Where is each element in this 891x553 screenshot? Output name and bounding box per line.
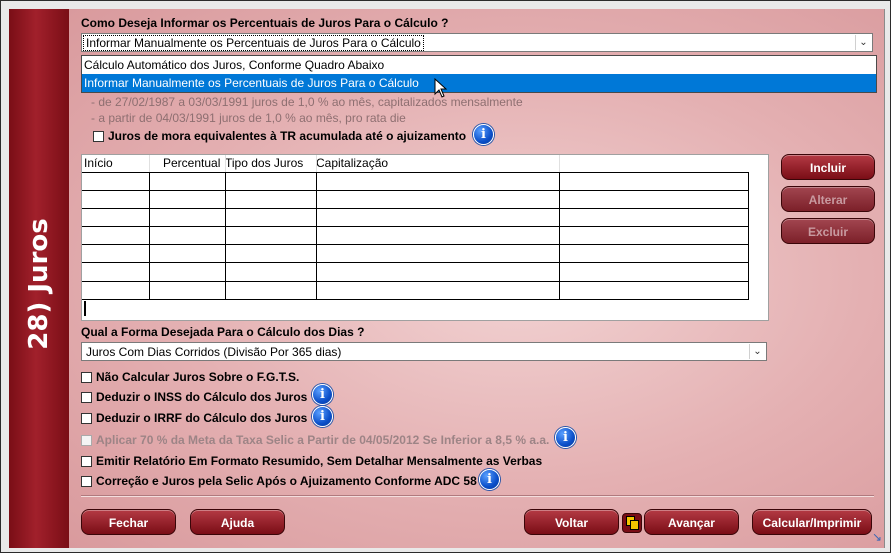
option-selic-label: Aplicar 70 % da Meta da Taxa Selic a Par… [96,433,550,447]
sidebar-title: 28) Juros [24,218,54,350]
percent-mode-select[interactable]: Informar Manualmente os Percentuais de J… [81,33,873,52]
grid-line [82,172,749,173]
next-button[interactable]: Avançar [644,509,739,535]
note-line-2: - a partir de 04/03/1991 juros de 1,0 % … [91,111,406,125]
info-icon[interactable]: i [473,124,494,145]
percent-mode-dropdown[interactable]: Cálculo Automático dos Juros, Conforme Q… [81,55,877,93]
grid-column-line [149,172,150,300]
grid-line [82,262,749,263]
info-icon[interactable]: i [479,469,500,490]
delete-button[interactable]: Excluir [781,218,875,244]
header-separator [559,155,560,172]
next-button-label: Avançar [668,516,715,530]
grid-line [82,226,749,227]
days-question-label: Qual a Forma Desejada Para o Cálculo dos… [81,325,365,339]
tr-checkbox-row[interactable]: Juros de mora equivalentes à TR acumulad… [93,129,466,143]
main-panel: Como Deseja Informar os Percentuais de J… [69,9,885,548]
calculate-print-button-label: Calcular/Imprimir [762,516,862,530]
mouse-pointer-icon [434,78,448,98]
help-button[interactable]: Ajuda [190,509,285,535]
column-header-inicio[interactable]: Início [84,155,113,172]
edit-button-label: Alterar [808,193,848,207]
header-separator [316,155,317,172]
calculate-print-button[interactable]: Calcular/Imprimir [752,509,872,535]
option-irrf-checkbox[interactable] [81,412,92,424]
back-button[interactable]: Voltar [524,509,619,535]
header-separator [225,155,226,172]
option-inss-checkbox[interactable] [81,391,92,403]
grid-line [82,190,749,191]
option-irrf-row[interactable]: Deduzir o IRRF do Cálculo dos Juros [81,411,307,425]
window-frame: 28) Juros Como Deseja Informar os Percen… [0,0,891,553]
option-adc58-checkbox[interactable] [81,475,92,487]
sidebar: 28) Juros [9,9,69,548]
option-resumido-checkbox[interactable] [81,455,92,467]
chevron-down-icon[interactable]: ⌄ [749,344,765,359]
note-line-1: - de 27/02/1987 a 03/03/1991 juros de 1,… [91,95,523,109]
copy-icon-sheet [630,520,639,530]
header-separator [149,155,150,172]
dropdown-option-auto[interactable]: Cálculo Automático dos Juros, Conforme Q… [82,56,876,74]
dropdown-option-manual[interactable]: Informar Manualmente os Percentuais de J… [82,74,876,92]
add-button-label: Incluir [809,161,846,175]
days-mode-select[interactable]: Juros Com Dias Corridos (Divisão Por 365… [81,342,767,361]
info-icon[interactable]: i [312,406,333,427]
help-button-label: Ajuda [220,516,255,530]
info-icon[interactable]: i [555,427,576,448]
grid-column-line [748,172,749,300]
tr-checkbox-label: Juros de mora equivalentes à TR acumulad… [108,129,467,143]
option-fgts-row[interactable]: Não Calcular Juros Sobre o F.G.T.S. [81,370,299,384]
percent-question-label: Como Deseja Informar os Percentuais de J… [81,16,449,30]
chevron-down-icon[interactable]: ⌄ [855,35,871,50]
option-resumido-label: Emitir Relatório Em Formato Resumido, Se… [96,454,543,468]
tr-checkbox[interactable] [93,130,104,142]
delete-button-label: Excluir [807,225,849,239]
option-selic-row: Aplicar 70 % da Meta da Taxa Selic a Par… [81,433,549,447]
option-resumido-row[interactable]: Emitir Relatório Em Formato Resumido, Se… [81,454,542,468]
grid-line [82,244,749,245]
resize-grip-icon[interactable]: ↘ [872,530,882,544]
column-header-capitalizacao[interactable]: Capitalização [316,155,388,172]
grid-line [82,299,749,300]
close-button[interactable]: Fechar [81,509,176,535]
days-mode-value: Juros Com Dias Corridos (Divisão Por 365… [86,345,342,359]
percent-mode-value: Informar Manualmente os Percentuais de J… [83,35,424,51]
grid-line [82,208,749,209]
grid-column-line [316,172,317,300]
option-inss-label: Deduzir o INSS do Cálculo dos Juros [96,390,308,404]
option-inss-row[interactable]: Deduzir o INSS do Cálculo dos Juros [81,390,307,404]
option-irrf-label: Deduzir o IRRF do Cálculo dos Juros [96,411,308,425]
back-button-label: Voltar [554,516,589,530]
close-button-label: Fechar [108,516,149,530]
add-button[interactable]: Incluir [781,154,875,180]
option-adc58-label: Correção e Juros pela Selic Após o Ajuiz… [96,474,477,488]
grid-column-line [225,172,226,300]
footer-divider [81,495,874,497]
juros-table[interactable]: Início Percentual Tipo dos Juros Capital… [81,154,769,321]
copy-icon[interactable] [622,513,642,533]
option-adc58-row[interactable]: Correção e Juros pela Selic Após o Ajuiz… [81,474,477,488]
option-fgts-label: Não Calcular Juros Sobre o F.G.T.S. [96,370,300,384]
grid-line [82,281,749,282]
option-selic-checkbox [81,434,92,446]
info-icon[interactable]: i [312,384,333,405]
column-header-percentual[interactable]: Percentual [163,155,220,172]
edit-button[interactable]: Alterar [781,186,875,212]
option-fgts-checkbox[interactable] [81,371,92,383]
column-header-tipo[interactable]: Tipo dos Juros [225,155,303,172]
text-caret [84,301,86,316]
grid-column-line [559,172,560,300]
